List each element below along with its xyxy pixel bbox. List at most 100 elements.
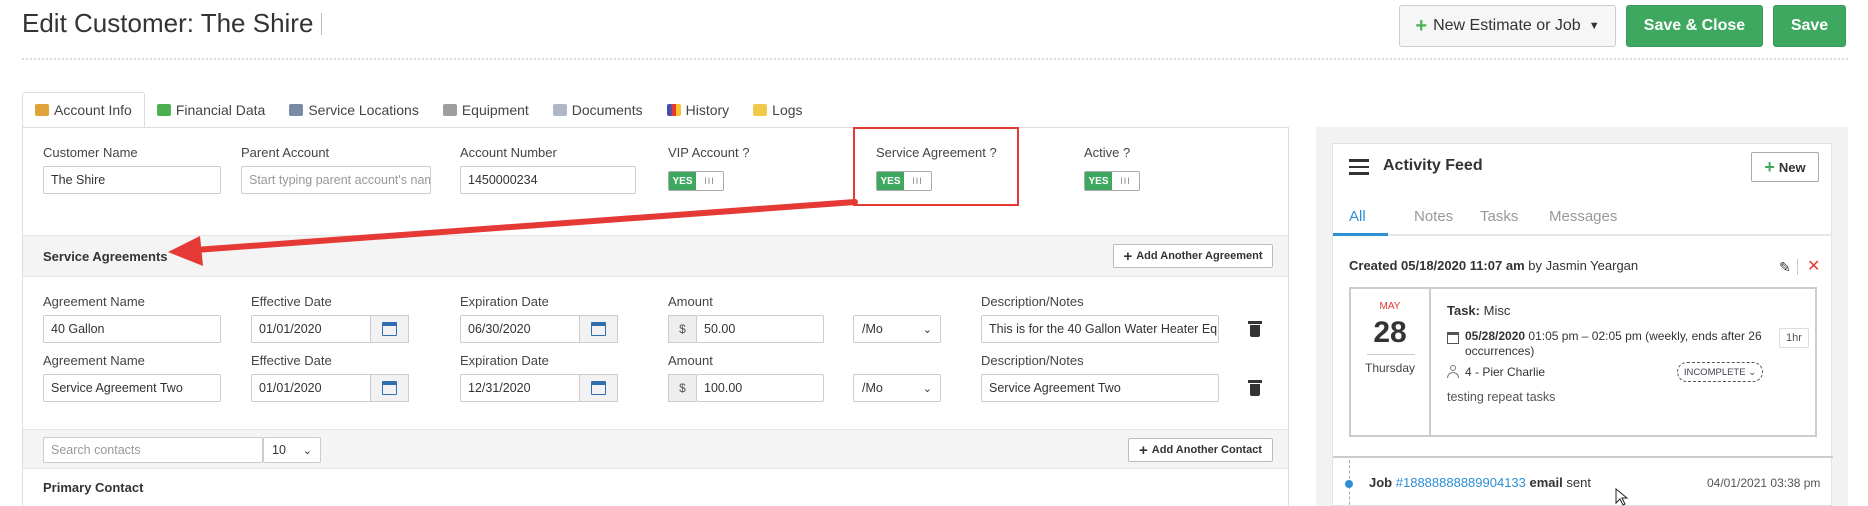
effective-date-input[interactable]: 01/01/2020 [251,374,371,402]
task-schedule: 05/28/2020 01:05 pm – 02:05 pm (weekly, … [1465,329,1762,358]
expiration-date-label: Expiration Date [460,294,549,309]
list-icon [1349,159,1369,175]
task-title: Task: Misc [1447,303,1511,318]
vip-account-toggle[interactable]: YES III [668,171,724,191]
feed-tab-tasks[interactable]: Tasks [1480,208,1518,225]
save-button[interactable]: Save [1773,5,1846,47]
expiration-date-label: Expiration Date [460,353,549,368]
feed-new-button[interactable]: + New [1751,152,1819,182]
plus-icon: + [1764,156,1775,177]
calendar-button[interactable] [371,315,409,343]
feed-divider [1333,456,1833,458]
tab-service-locations[interactable]: Service Locations [277,92,431,128]
new-estimate-button[interactable]: + New Estimate or Job ▼ [1399,5,1616,47]
vip-account-label: VIP Account ? [668,145,750,160]
customer-name-label: Customer Name [43,145,138,160]
account-number-label: Account Number [460,145,557,160]
tab-history[interactable]: History [655,92,742,128]
agreement-name-input[interactable]: Service Agreement Two [43,374,221,402]
envelope-icon [753,104,768,116]
user-icon [1447,365,1459,378]
tab-account-info[interactable]: Account Info [22,92,145,128]
agreement-name-label: Agreement Name [43,294,145,309]
notes-input[interactable]: Service Agreement Two [981,374,1219,402]
divider [1797,259,1798,275]
annotation-highlight-box [853,127,1019,206]
amount-label: Amount [668,353,713,368]
tab-financial-data[interactable]: Financial Data [145,92,278,128]
users-icon [35,104,49,116]
parent-account-label: Parent Account [241,145,330,160]
add-agreement-button[interactable]: + Add Another Agreement [1113,244,1273,268]
job-email-entry: Job #18888888889904133 email sent [1369,475,1591,490]
chevron-down-icon: ⌄ [302,444,312,457]
task-duration: 1hr [1779,328,1809,348]
effective-date-input[interactable]: 01/01/2020 [251,315,371,343]
timeline-dot [1345,480,1353,488]
trash-icon[interactable] [1248,380,1262,396]
feed-tabs: All Notes Tasks Messages [1333,202,1833,236]
calendar-button[interactable] [371,374,409,402]
amount-label: Amount [668,294,713,309]
feed-tab-all[interactable]: All [1349,208,1366,225]
page-size-select[interactable]: 10 ⌄ [263,437,321,463]
effective-date-label: Effective Date [251,294,332,309]
expiration-date-input[interactable]: 06/30/2020 [460,315,580,343]
equipment-icon [442,104,457,116]
account-number-input[interactable]: 1450000234 [460,166,636,194]
chevron-down-icon: ⌄ [1748,366,1757,378]
calendar-icon [1447,332,1459,344]
activity-feed-title: Activity Feed [1383,157,1483,174]
trash-icon[interactable] [1248,321,1262,337]
tab-equipment[interactable]: Equipment [431,92,541,128]
plus-icon: + [1415,14,1428,37]
edit-icon[interactable]: ✎ [1779,259,1791,276]
task-assignee: 4 - Pier Charlie [1465,365,1546,379]
location-icon [289,104,304,116]
notes-input[interactable]: This is for the 40 Gallon Water Heater E… [981,315,1219,343]
agreement-name-input[interactable]: 40 Gallon [43,315,221,343]
calendar-button[interactable] [580,315,618,343]
calendar-icon [591,322,606,336]
mouse-cursor-icon [1615,488,1629,506]
feed-tab-notes[interactable]: Notes [1414,208,1453,225]
chevron-down-icon: ⌄ [922,323,932,336]
period-select[interactable]: /Mo ⌄ [853,374,941,402]
active-label: Active ? [1084,145,1131,160]
amount-field: $ 50.00 [668,315,824,343]
amount-input[interactable]: 50.00 [696,315,824,343]
document-icon [552,104,567,116]
chevron-down-icon: ⌄ [922,382,932,395]
customer-tabs: Account Info Financial Data Service Loca… [22,92,815,128]
agreement-name-label: Agreement Name [43,353,145,368]
feed-tab-messages[interactable]: Messages [1549,208,1617,225]
period-select[interactable]: /Mo ⌄ [853,315,941,343]
currency-prefix: $ [668,374,696,402]
add-contact-button[interactable]: + Add Another Contact [1128,438,1273,462]
expiration-date-field: 12/31/2020 [460,374,618,402]
plus-icon: + [1139,441,1148,459]
tab-documents[interactable]: Documents [541,92,655,128]
money-icon [156,104,171,116]
service-agreements-title: Service Agreements [43,249,168,264]
job-link[interactable]: #18888888889904133 [1396,475,1526,490]
primary-contact-title: Primary Contact [43,480,144,495]
effective-date-field: 01/01/2020 [251,374,409,402]
calendar-button[interactable] [580,374,618,402]
effective-date-field: 01/01/2020 [251,315,409,343]
amount-input[interactable]: 100.00 [696,374,824,402]
service-agreements-header: Service Agreements + Add Another Agreemen… [23,235,1288,277]
customer-name-input[interactable]: The Shire [43,166,221,194]
active-toggle[interactable]: YES III [1084,171,1140,191]
calendar-icon [382,322,397,336]
amount-field: $ 100.00 [668,374,824,402]
delete-icon[interactable]: ✕ [1807,256,1820,276]
search-contacts-input[interactable]: Search contacts [43,437,263,463]
expiration-date-input[interactable]: 12/31/2020 [460,374,580,402]
notes-label: Description/Notes [981,353,1084,368]
parent-account-input[interactable]: Start typing parent account's nam [241,166,431,194]
task-date-badge: MAY 28 Thursday [1351,289,1431,435]
save-close-button[interactable]: Save & Close [1626,5,1763,47]
tab-logs[interactable]: Logs [741,92,814,128]
task-status-dropdown[interactable]: INCOMPLETE ⌄ [1677,362,1763,382]
